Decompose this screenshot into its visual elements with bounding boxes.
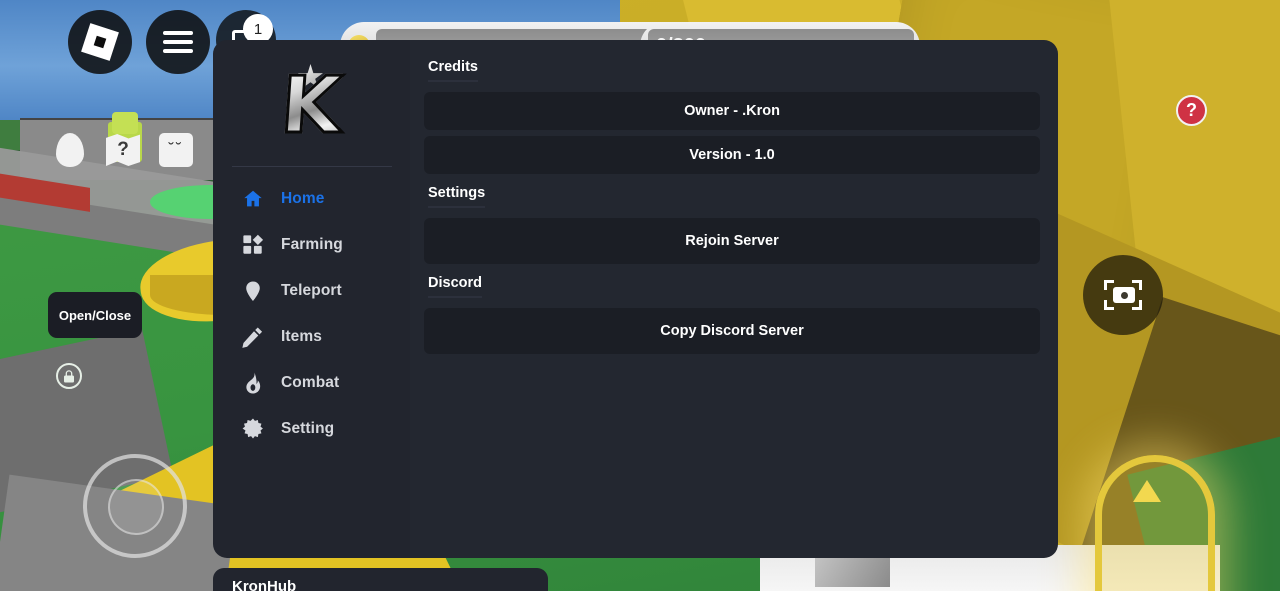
sidebar-item-setting[interactable]: Setting	[241, 415, 410, 443]
roblox-logo-hole	[93, 35, 107, 49]
section-settings: Settings Rejoin Server	[424, 184, 1040, 264]
open-close-tooltip[interactable]: Open/Close	[48, 292, 142, 338]
kronhub-logo: K	[252, 52, 372, 160]
home-tab-content: Credits Owner - .Kron Version - 1.0 Sett…	[424, 58, 1040, 540]
sidebar-item-label: Home	[281, 190, 325, 207]
grid-icon	[241, 233, 265, 257]
sidebar-divider	[231, 166, 392, 167]
home-icon	[241, 187, 265, 211]
section-heading: Credits	[428, 59, 478, 82]
map-icon[interactable]: ?	[103, 130, 143, 170]
section-credits: Credits Owner - .Kron Version - 1.0	[424, 58, 1040, 174]
kronhub-sidebar: K Home Farming Teleport Items Combat Set…	[213, 40, 410, 558]
sidebar-item-farming[interactable]: Farming	[241, 231, 410, 259]
kronhub-brand-label: KronHub	[232, 577, 297, 591]
egg-icon[interactable]	[50, 130, 90, 170]
lock-icon[interactable]	[56, 363, 82, 389]
sidebar-item-label: Combat	[281, 374, 340, 391]
section-heading: Discord	[428, 275, 482, 298]
hamburger-icon	[163, 26, 193, 58]
sidebar-item-label: Setting	[281, 420, 335, 437]
kronhub-content-panel: Credits Owner - .Kron Version - 1.0 Sett…	[410, 40, 1058, 558]
sidebar-item-combat[interactable]: Combat	[241, 369, 410, 397]
logo-letter: K	[277, 60, 347, 153]
pencil-icon	[241, 325, 265, 349]
kronhub-window: K Home Farming Teleport Items Combat Set…	[213, 40, 1058, 558]
sidebar-item-label: Farming	[281, 236, 343, 253]
copy-discord-server-button[interactable]: Copy Discord Server	[424, 308, 1040, 354]
roblox-menu-button[interactable]	[146, 10, 210, 74]
version-button[interactable]: Version - 1.0	[424, 136, 1040, 174]
sidebar-item-items[interactable]: Items	[241, 323, 410, 351]
section-discord: Discord Copy Discord Server	[424, 274, 1040, 354]
bg-up-arrow	[1133, 480, 1161, 502]
sidebar-item-home[interactable]: Home	[241, 185, 410, 213]
bg-glowing-arch	[1095, 455, 1215, 591]
sidebar-item-label: Teleport	[281, 282, 342, 299]
joystick-knob[interactable]	[108, 479, 164, 535]
owner-button[interactable]: Owner - .Kron	[424, 92, 1040, 130]
rejoin-server-button[interactable]: Rejoin Server	[424, 218, 1040, 264]
face-icon[interactable]: ˘˘	[156, 130, 196, 170]
kronhub-title-bar[interactable]: KronHub	[213, 568, 548, 591]
sidebar-item-label: Items	[281, 328, 322, 345]
face-eyes: ˘˘	[168, 141, 184, 158]
help-button[interactable]: ?	[1176, 95, 1207, 126]
map-shape: ?	[106, 134, 140, 166]
location-pin-icon	[241, 279, 265, 303]
gear-icon	[241, 417, 265, 441]
face-shape: ˘˘	[159, 133, 193, 167]
sidebar-item-teleport[interactable]: Teleport	[241, 277, 410, 305]
section-heading: Settings	[428, 185, 486, 208]
sidebar-menu: Home Farming Teleport Items Combat Setti…	[213, 185, 410, 443]
roblox-logo-icon	[81, 23, 119, 61]
flame-icon	[241, 371, 265, 395]
camera-button[interactable]	[1083, 255, 1163, 335]
egg-shape	[56, 133, 84, 167]
camera-icon	[1104, 280, 1142, 310]
roblox-logo-button[interactable]	[68, 10, 132, 74]
